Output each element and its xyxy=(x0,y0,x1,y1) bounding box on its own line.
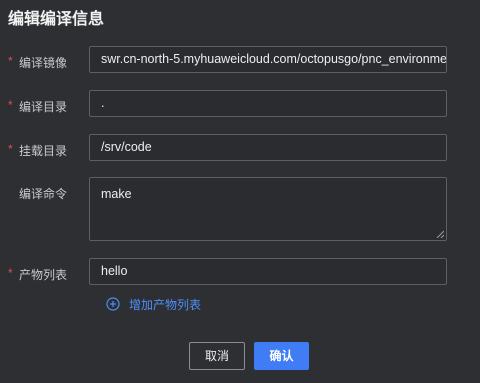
confirm-button[interactable]: 确认 xyxy=(254,342,309,370)
required-mark: * xyxy=(8,142,13,156)
form-row-mount-dir: * 挂载目录 /srv/code xyxy=(0,134,480,164)
cancel-button[interactable]: 取消 xyxy=(189,342,245,370)
mount-dir-input[interactable]: /srv/code xyxy=(89,134,447,161)
image-input[interactable]: swr.cn-north-5.myhuaweicloud.com/octopus… xyxy=(89,46,447,73)
command-label: 编译命令 xyxy=(19,187,68,201)
artifacts-input[interactable]: hello xyxy=(89,258,447,285)
add-artifact-label: 增加产物列表 xyxy=(129,297,202,312)
form-row-build-dir: * 编译目录 . xyxy=(0,90,480,120)
artifacts-label: 产物列表 xyxy=(19,268,68,282)
form-row-command: 编译命令 make xyxy=(0,177,480,243)
command-textarea[interactable]: make xyxy=(89,177,447,241)
command-value: make xyxy=(101,187,132,201)
resize-handle-icon[interactable] xyxy=(436,230,444,238)
add-artifact-link[interactable]: 增加产物列表 xyxy=(106,295,201,313)
form-row-artifacts: * 产物列表 hello xyxy=(0,258,480,288)
required-mark: * xyxy=(8,266,13,280)
form-row-image: * 编译镜像 swr.cn-north-5.myhuaweicloud.com/… xyxy=(0,46,480,76)
dialog-title: 编辑编译信息 xyxy=(8,11,105,28)
plus-circle-icon xyxy=(106,297,120,311)
required-mark: * xyxy=(8,54,13,68)
required-mark: * xyxy=(8,98,13,112)
mount-dir-label: 挂载目录 xyxy=(19,144,68,158)
image-label: 编译镜像 xyxy=(19,56,68,70)
build-dir-label: 编译目录 xyxy=(19,100,68,114)
build-dir-input[interactable]: . xyxy=(89,90,447,117)
